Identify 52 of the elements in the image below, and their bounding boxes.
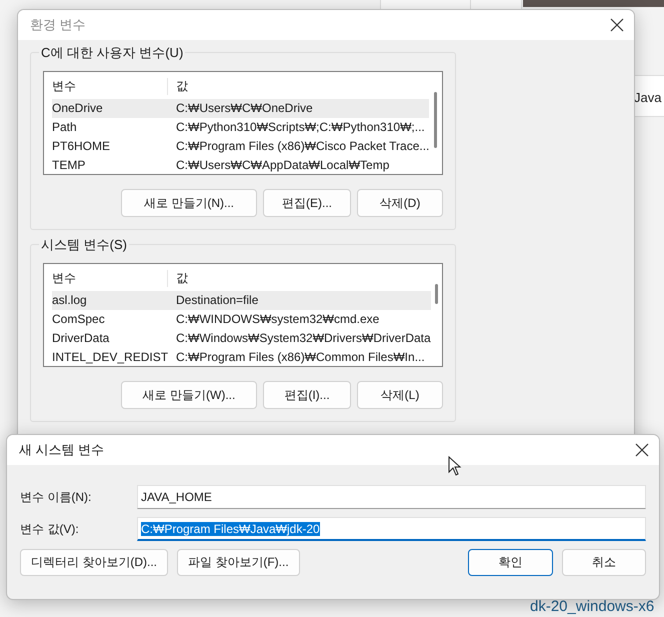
list-row[interactable]: ComSpec C:₩WINDOWS₩system32₩cmd.exe — [52, 310, 431, 328]
variable-value: C:₩WINDOWS₩system32₩cmd.exe — [176, 312, 380, 326]
window-title: 환경 변수 — [30, 16, 86, 34]
close-icon[interactable] — [610, 18, 624, 32]
list-row[interactable]: OneDrive C:₩Users₩C₩OneDrive — [52, 98, 430, 118]
input-field[interactable]: C:₩Program Files₩Java₩jdk-20 — [137, 517, 646, 541]
variable-value: C:₩Windows₩System32₩Drivers₩DriverData — [176, 330, 431, 345]
list-row[interactable]: PT6HOME C:₩Program Files (x86)₩Cisco Packet Trace... — [52, 136, 430, 156]
variable-value: C:₩Program Files (x86)₩Common Files₩In... — [176, 350, 425, 364]
list-row[interactable]: Path C:₩Python310₩Scripts₩;C:₩Python310₩;... — [52, 118, 430, 136]
variable-value: Destination=file — [176, 293, 258, 308]
browse-button[interactable]: 디렉터리 찾아보기(D)... — [20, 549, 168, 576]
column-header[interactable]: 값 — [168, 78, 188, 95]
list-row[interactable]: INTEL_DEV_REDIST C:₩Program Files (x86)₩Common Files₩In... — [52, 347, 431, 366]
ok-button[interactable]: 확인 — [468, 549, 553, 576]
browse-button[interactable]: 파일 찾아보기(F)... — [177, 549, 300, 576]
list-row[interactable]: asl.log Destination=file — [52, 290, 431, 310]
dialog-button[interactable]: 삭제(D) — [357, 189, 443, 217]
dialog-button[interactable]: 새로 만들기(W)... — [121, 381, 257, 409]
cancel-button[interactable]: 취소 — [562, 549, 646, 576]
variable-name: asl.log — [52, 293, 88, 308]
variable-name: INTEL_DEV_REDIST — [52, 350, 170, 364]
dialog-button[interactable]: 편집(E)... — [263, 189, 351, 217]
group-label: 시스템 변수(S) — [39, 236, 129, 254]
column-header[interactable]: 변수 — [52, 78, 168, 95]
dialog-button[interactable]: 삭제(L) — [357, 381, 443, 409]
close-icon[interactable] — [635, 443, 649, 457]
variable-name: OneDrive — [52, 101, 104, 116]
column-header[interactable]: 값 — [168, 270, 188, 287]
window-title: 새 시스템 변수 — [19, 441, 104, 459]
variable-name: DriverData — [52, 330, 110, 345]
scrollbar-thumb[interactable] — [434, 284, 438, 304]
variable-name: Path — [52, 120, 78, 134]
input-field[interactable]: JAVA_HOME — [137, 485, 646, 509]
variable-name: ComSpec — [52, 312, 106, 326]
background-text: dk-20_windows-x6 — [530, 598, 654, 615]
field-label: 변수 이름(N): — [20, 488, 92, 506]
variable-name: PT6HOME — [52, 138, 112, 153]
dialog-button[interactable]: 편집(I)... — [263, 381, 351, 409]
list-row[interactable]: DriverData C:₩Windows₩System32₩Drivers₩DriverData — [52, 328, 431, 348]
list-row[interactable]: TEMP C:₩Users₩C₩AppData₩Local₩Temp — [52, 155, 430, 174]
group-label: C에 대한 사용자 변수(U) — [39, 44, 186, 62]
variable-name: TEMP — [52, 158, 86, 172]
column-header[interactable]: 변수 — [52, 270, 168, 287]
background-text: Java — [634, 90, 662, 105]
variable-value: C:₩Users₩C₩AppData₩Local₩Temp — [176, 158, 390, 172]
variable-value: C:₩Users₩C₩OneDrive — [176, 101, 313, 116]
variable-value: C:₩Python310₩Scripts₩;C:₩Python310₩;... — [176, 120, 425, 134]
variable-value: C:₩Program Files (x86)₩Cisco Packet Trace... — [176, 138, 430, 153]
dialog-button[interactable]: 새로 만들기(N)... — [121, 189, 257, 217]
scrollbar-thumb[interactable] — [434, 92, 438, 148]
field-label: 변수 값(V): — [20, 520, 80, 538]
